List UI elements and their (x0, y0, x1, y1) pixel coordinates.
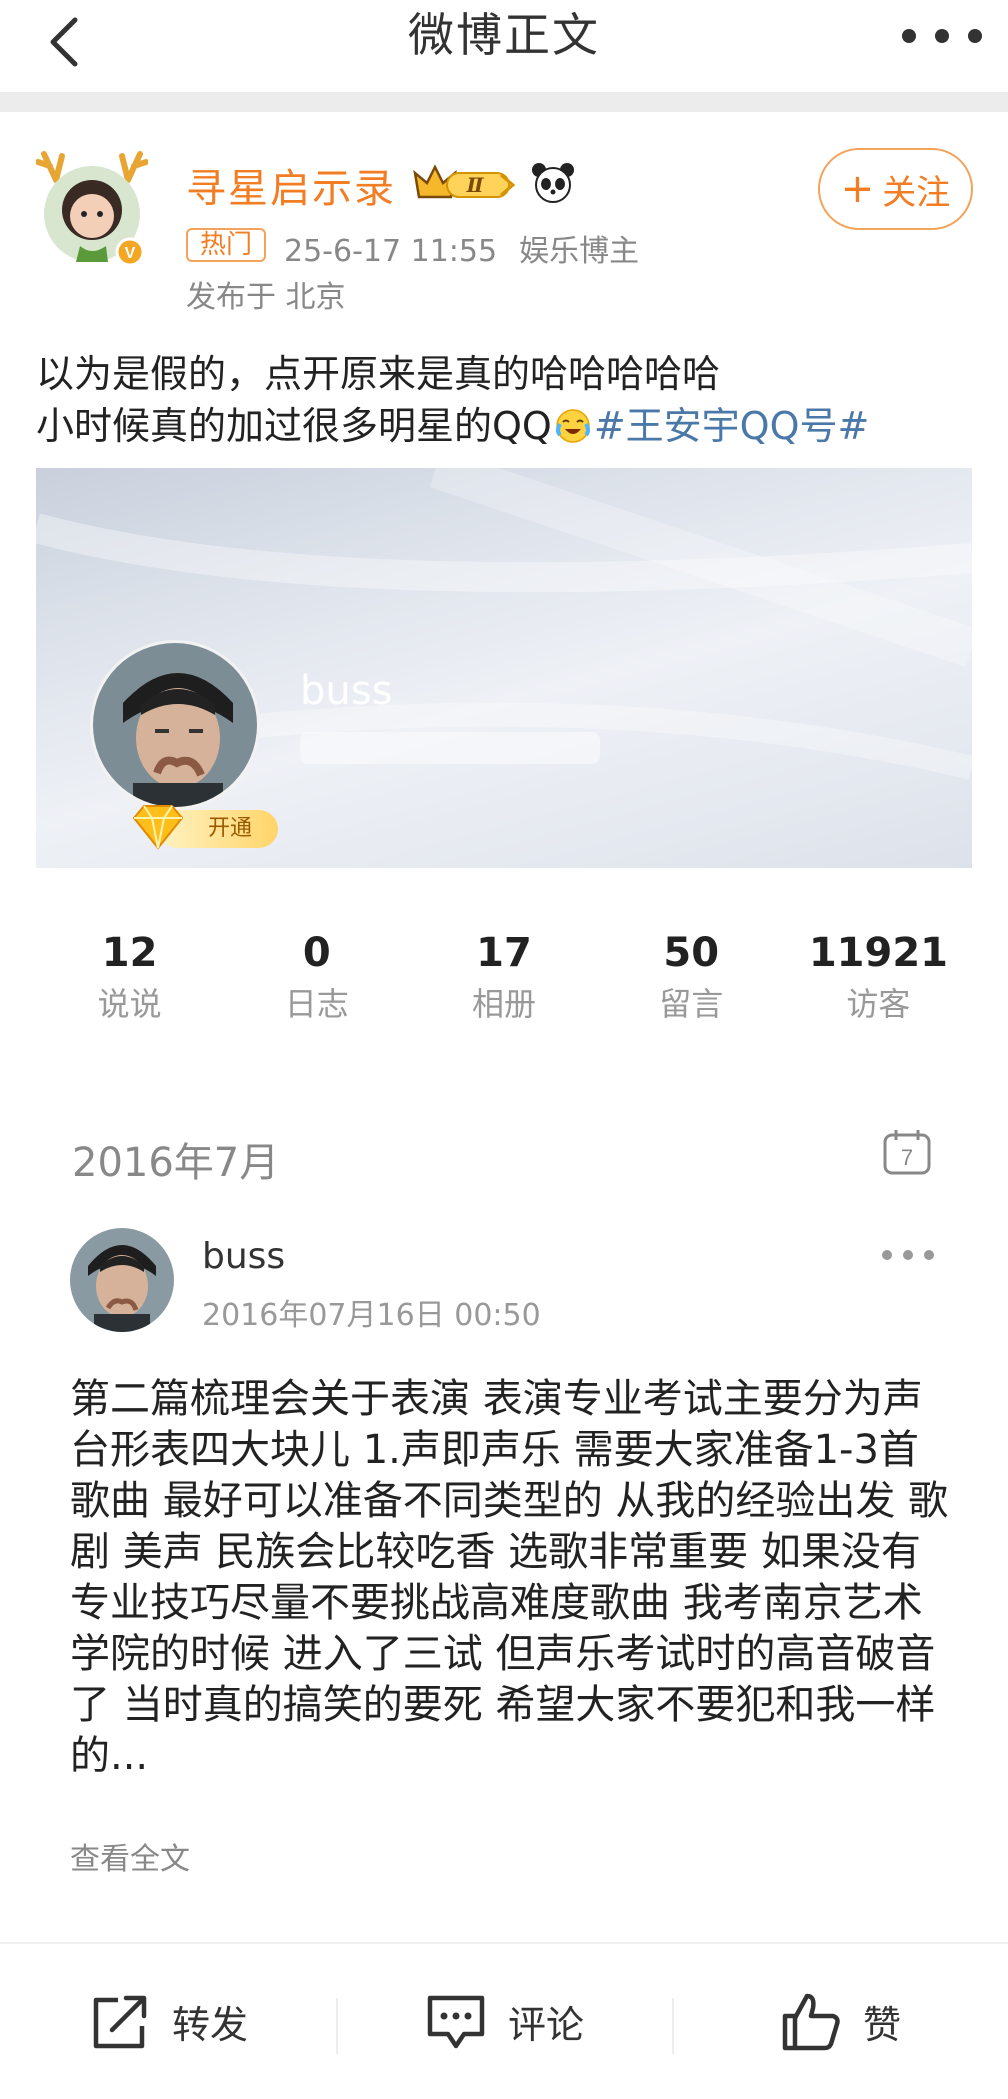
dot (903, 1250, 913, 1260)
hot-tag[interactable]: 热门 (186, 228, 266, 262)
thumbs-up-icon (782, 1993, 840, 2050)
stat-label: 留言 (659, 985, 724, 1023)
post-content: 以为是假的，点开原来是真的哈哈哈哈哈 小时候真的加过很多明星的QQ #王安宇QQ… (36, 348, 986, 452)
stat-number: 50 (663, 930, 720, 976)
share-icon (93, 1995, 147, 2048)
post-meta: 25-6-17 11:55 娱乐博主 (284, 226, 661, 270)
stat-number: 17 (476, 930, 532, 976)
post-location: 发布于 北京 (186, 280, 346, 315)
comment-icon (427, 1995, 485, 2048)
crown-icon: Ⅱ (413, 164, 516, 199)
more-dot (968, 29, 982, 43)
nav-separator (0, 92, 1008, 112)
stat-label: 日志 (284, 985, 349, 1023)
qq-nickname: buss (300, 668, 393, 714)
feed-body-text: 第二篇梳理会关于表演 表演专业考试主要分为声台形表四大块儿 1.声即声乐 需要大… (70, 1376, 949, 1779)
like-button[interactable]: 赞 (672, 1992, 1008, 2054)
more-options-button[interactable] (902, 16, 982, 56)
read-full-link: 查看全文 (70, 1842, 190, 1877)
stat-label: 相册 (472, 985, 537, 1023)
like-label: 赞 (862, 2003, 901, 2047)
repost-label: 转发 (171, 2003, 248, 2047)
follow-label: 关注 (882, 172, 951, 213)
author-category: 娱乐博主 (519, 234, 640, 269)
blurred-signature (300, 732, 600, 764)
action-bar: 转发 评论 赞 (0, 1944, 1008, 2099)
panda-icon (530, 160, 576, 206)
follow-button[interactable]: + 关注 (818, 148, 973, 230)
diamond-icon (132, 805, 184, 850)
stat-blog: 0 日志 (223, 928, 410, 1058)
stat-label: 访客 (846, 985, 911, 1023)
top-nav-bar: 微博正文 (0, 0, 1008, 92)
dot (924, 1250, 934, 1260)
feed-month: 2016年7月 (72, 1140, 280, 1186)
calendar-day: 7 (901, 1145, 913, 1170)
plus-icon: + (840, 166, 875, 212)
stat-number: 12 (101, 930, 158, 976)
level-text: Ⅱ (466, 173, 485, 197)
post-line-2: 小时候真的加过很多明星的QQ #王安宇QQ号# (36, 400, 986, 452)
qq-avatar (90, 640, 260, 810)
dot (882, 1250, 892, 1260)
author-avatar[interactable]: V (35, 140, 149, 267)
stat-shuoshuo: 12 说说 (36, 928, 223, 1058)
stat-visitors: 11921 访客 (785, 928, 972, 1058)
feed-avatar (70, 1228, 174, 1332)
stat-label: 说说 (97, 985, 162, 1023)
stat-number: 0 (302, 930, 331, 976)
stat-number: 11921 (808, 930, 948, 976)
repost-button[interactable]: 转发 (0, 1992, 336, 2052)
crying-laughing-emoji-icon (555, 409, 590, 443)
calendar-icon: 7 (882, 1128, 932, 1176)
author-name[interactable]: 寻星启示录 (186, 156, 396, 214)
comment-button[interactable]: 评论 (336, 1992, 672, 2054)
stat-album: 17 相册 (410, 928, 597, 1058)
post-image[interactable]: buss 开通 12 说说 0 日志 17 相册 50 留言 11921 访客 (36, 468, 972, 1348)
topic-hashtag[interactable]: #王安宇QQ号# (594, 404, 870, 448)
vip-badge: 开通 (128, 802, 288, 852)
more-dots-icon (902, 29, 916, 43)
feed-timestamp: 2016年07月16日 00:50 (202, 1298, 541, 1333)
svg-text:V: V (125, 245, 136, 262)
post-date: 25-6-17 11:55 (284, 234, 498, 269)
feed-more-icon (882, 1250, 934, 1266)
feed-username: buss (202, 1236, 286, 1277)
post-line-2-text: 小时候真的加过很多明星的QQ (36, 404, 552, 448)
qq-stats-row: 12 说说 0 日志 17 相册 50 留言 11921 访客 (36, 928, 972, 1058)
comment-label: 评论 (507, 2003, 584, 2047)
post-line-1: 以为是假的，点开原来是真的哈哈哈哈哈 (36, 352, 721, 396)
more-dot (935, 29, 949, 43)
page-title: 微博正文 (408, 8, 600, 62)
avatar-image: V (35, 151, 149, 267)
stat-messages: 50 留言 (598, 928, 785, 1058)
membership-crown-badge[interactable]: Ⅱ (413, 163, 521, 205)
